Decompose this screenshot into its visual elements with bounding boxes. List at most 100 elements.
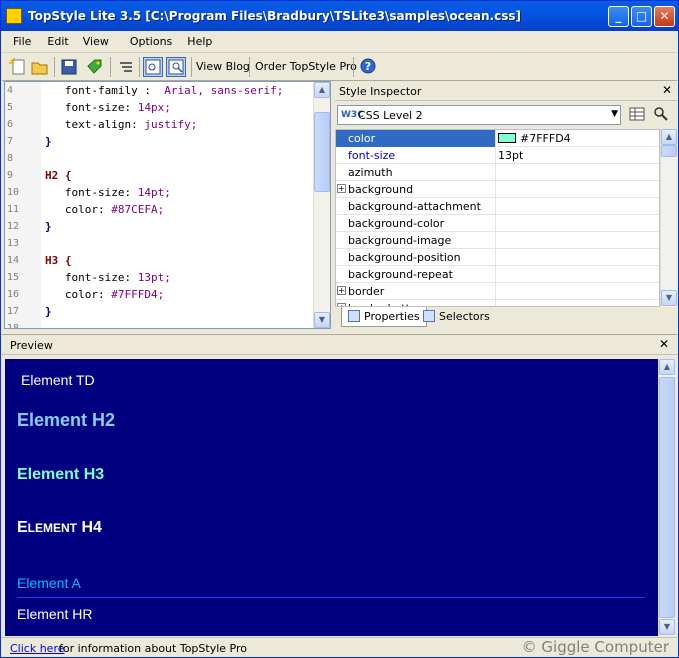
maximize-button[interactable]: □ xyxy=(631,6,652,27)
preview-scrollbar[interactable]: ▲ ▼ xyxy=(658,359,675,636)
property-value-label: 13pt xyxy=(498,149,524,162)
preview-hr-line xyxy=(17,597,645,599)
code-editor[interactable]: 4 font-family : Arial, sans-serif; 5 font… xyxy=(4,81,331,329)
menu-view[interactable]: View xyxy=(75,31,115,48)
preview-toggle-icon[interactable] xyxy=(166,57,186,77)
tab-properties[interactable]: Properties xyxy=(341,307,427,327)
property-row[interactable]: background-position xyxy=(336,249,659,266)
property-name-label: background-color xyxy=(348,217,445,230)
property-name: + border xyxy=(336,283,496,300)
title-bar: TopStyle Lite 3.5 [C:\Program Files\Brad… xyxy=(1,1,678,31)
tab-selectors[interactable]: Selectors xyxy=(417,307,496,327)
property-row[interactable]: background-attachment xyxy=(336,198,659,215)
property-name: background-color xyxy=(336,215,496,232)
inspector-close-icon[interactable]: ✕ xyxy=(662,83,672,97)
property-row[interactable]: background-image xyxy=(336,232,659,249)
property-name: background-image xyxy=(336,232,496,249)
inspector-scrollbar[interactable]: ▲ ▼ xyxy=(660,129,677,307)
expand-plus-icon[interactable]: + xyxy=(337,184,346,193)
property-name: background-attachment xyxy=(336,198,496,215)
css-colon: : xyxy=(131,118,145,131)
preview-close-icon[interactable]: ✕ xyxy=(659,337,669,351)
line-number: 9 xyxy=(7,170,14,181)
property-value[interactable]: #7FFFD4 xyxy=(498,132,571,145)
property-row[interactable]: font-size 13pt xyxy=(336,147,659,164)
scroll-up-icon[interactable]: ▲ xyxy=(661,129,677,145)
preview-header: Preview ✕ xyxy=(2,335,677,355)
inspector-header: Style Inspector ✕ xyxy=(335,81,677,101)
scroll-down-icon[interactable]: ▼ xyxy=(659,619,675,635)
menu-file[interactable]: File xyxy=(2,31,37,48)
selectors-icon xyxy=(423,310,435,322)
property-row[interactable]: + background xyxy=(336,181,659,198)
css-value: #87CEFA; xyxy=(111,203,165,216)
css-value: Arial, sans-serif; xyxy=(164,84,284,97)
property-row[interactable]: color #7FFFD4 xyxy=(336,130,659,147)
property-value[interactable]: 13pt xyxy=(498,149,523,162)
line-number: 7 xyxy=(7,136,14,147)
watermark: © Giggle Computer xyxy=(521,638,669,656)
preview-title: Preview xyxy=(10,339,53,352)
minimize-button[interactable]: _ xyxy=(608,6,629,27)
color-swatch[interactable] xyxy=(498,133,516,143)
line-text: text-align: justify; xyxy=(45,116,197,133)
css-property: font-size xyxy=(45,101,125,114)
click-here-link[interactable]: Click here xyxy=(10,642,65,655)
order-pro-button[interactable]: Order TopStyle Pro xyxy=(255,60,357,73)
line-text: color: #87CEFA; xyxy=(45,201,164,218)
help-icon[interactable]: ? xyxy=(359,57,379,77)
menu-help[interactable]: Help xyxy=(178,31,218,48)
line-number: 16 xyxy=(7,289,20,300)
inspector-toggle-icon[interactable] xyxy=(143,57,163,77)
line-text: font-family : Arial, sans-serif; xyxy=(45,82,284,99)
scroll-thumb[interactable] xyxy=(314,112,330,192)
menu-options[interactable]: Options xyxy=(115,31,178,48)
property-name-label: background-position xyxy=(348,251,461,264)
property-name-label: background-attachment xyxy=(348,200,481,213)
scroll-thumb[interactable] xyxy=(661,145,677,157)
view-blog-button[interactable]: View Blog xyxy=(196,60,250,73)
css-property: color xyxy=(45,203,98,216)
property-row[interactable]: +border-bottom xyxy=(336,300,659,306)
preview-td: Element TD xyxy=(21,372,95,388)
inspector-tabs: Properties Selectors xyxy=(339,307,674,329)
preview-link[interactable]: Element A xyxy=(17,575,81,591)
preview-h4-tail: H4 xyxy=(77,519,102,536)
scroll-up-icon[interactable]: ▲ xyxy=(659,359,675,375)
property-grid[interactable]: color #7FFFD4 font-size 13pt azimuth + backgro… xyxy=(335,129,660,307)
chevron-down-icon[interactable]: ▼ xyxy=(611,109,618,119)
scroll-thumb[interactable] xyxy=(659,377,675,618)
property-list-icon[interactable] xyxy=(629,106,645,122)
css-colon: : xyxy=(124,101,138,114)
open-folder-icon[interactable] xyxy=(30,57,50,77)
css-level-value: CSS Level 2 xyxy=(358,109,423,122)
css-colon: : xyxy=(124,186,138,199)
outline-icon[interactable] xyxy=(116,57,136,77)
scroll-up-icon[interactable]: ▲ xyxy=(314,82,330,98)
expand-plus-icon[interactable]: + xyxy=(337,286,346,295)
close-window-button[interactable]: ✕ xyxy=(654,6,675,27)
property-row[interactable]: + border xyxy=(336,283,659,300)
tag-icon[interactable] xyxy=(85,57,105,77)
search-icon[interactable] xyxy=(653,106,669,122)
new-file-icon[interactable] xyxy=(8,57,28,77)
save-icon[interactable] xyxy=(59,57,79,77)
scroll-down-icon[interactable]: ▼ xyxy=(314,312,330,328)
app-icon xyxy=(6,8,22,24)
style-inspector-panel: Style Inspector ✕ W3C CSS Level 2 ▼ colo… xyxy=(335,81,677,330)
property-row[interactable]: background-color xyxy=(336,215,659,232)
preview-body: Element TD Element H2 Element H3 ELEMENT… xyxy=(5,359,658,636)
property-name-label: border xyxy=(348,285,385,298)
line-number: 10 xyxy=(7,187,20,198)
property-row[interactable]: azimuth xyxy=(336,164,659,181)
css-level-select[interactable]: W3C CSS Level 2 ▼ xyxy=(337,105,621,125)
property-name-label: font-size xyxy=(348,149,396,162)
scroll-down-icon[interactable]: ▼ xyxy=(661,290,677,306)
menu-edit[interactable]: Edit xyxy=(37,31,74,48)
css-property: color xyxy=(45,288,98,301)
css-value: 14pt; xyxy=(137,186,171,199)
line-number: 5 xyxy=(7,102,14,113)
editor-scrollbar[interactable]: ▲ ▼ xyxy=(313,82,330,328)
preview-h4-smallcaps: LEMENT xyxy=(27,521,78,535)
property-row[interactable]: background-repeat xyxy=(336,266,659,283)
